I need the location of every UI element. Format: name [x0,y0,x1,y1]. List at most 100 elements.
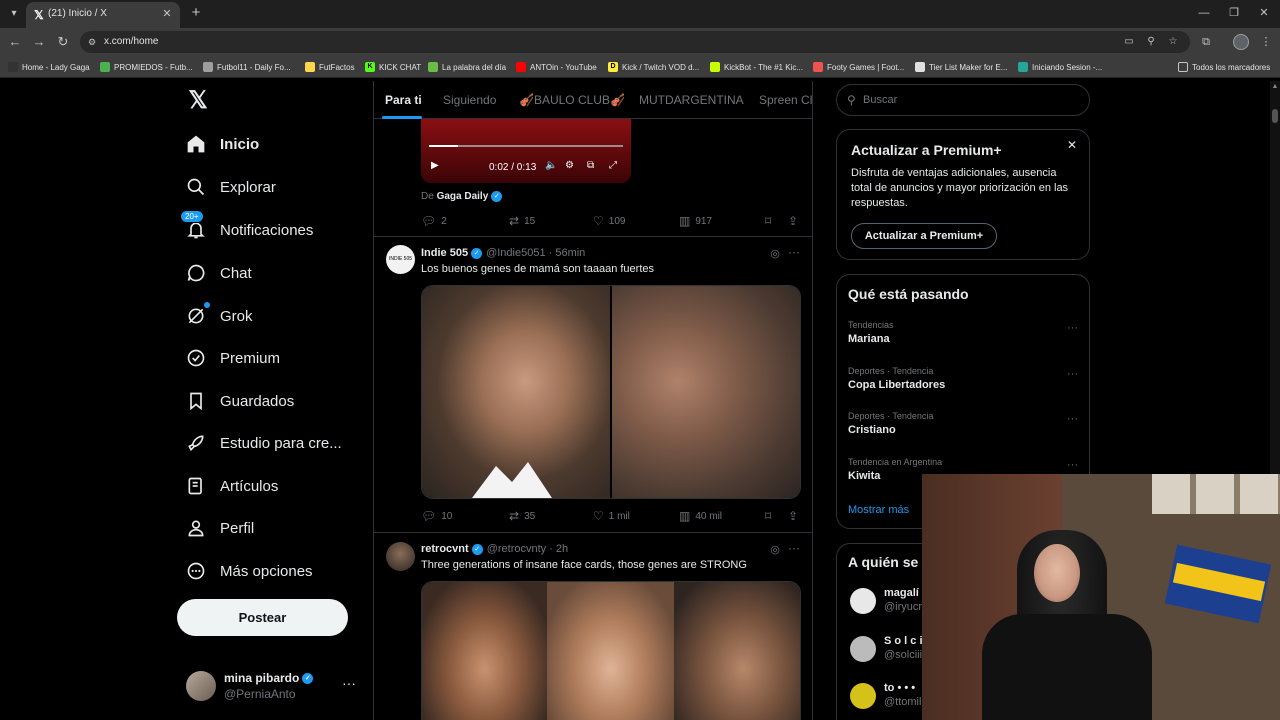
pip-icon[interactable]: ⧉ [587,160,594,171]
mute-icon[interactable]: 🔈 [545,160,557,171]
search-input[interactable]: ⚲ Buscar [836,84,1090,116]
account-switcher[interactable]: mina pibardo ✓ @PerniaAnto ··· [184,665,364,705]
nav-item-guardados[interactable]: Guardados [184,384,294,418]
more-icon[interactable]: ··· [1067,368,1078,380]
bookmark-item[interactable]: KickBot - The #1 Kic... [710,60,803,74]
star-icon[interactable]: ☆ [1166,35,1180,49]
address-bar[interactable]: ⚙ x.com/home ▭ ⚲ ☆ [80,31,1190,53]
close-tab-icon[interactable]: ✕ [160,7,174,21]
nav-item-premium[interactable]: Premium [184,341,280,375]
trend-item[interactable]: Deportes · Tendencia Cristiano ··· [848,411,1084,447]
zoom-icon[interactable]: ⚲ [1144,35,1158,49]
more-icon[interactable]: ··· [1067,322,1078,334]
views-button[interactable]: ▥ 917 [679,214,712,228]
premium-title: Actualizar a Premium+ [851,142,1002,158]
like-button[interactable]: ♡ 109 [593,214,625,228]
more-icon[interactable]: ··· [1067,413,1078,425]
show-more-link[interactable]: Mostrar más [848,504,909,516]
tab-siguiendo[interactable]: Siguiendo [443,93,496,107]
upgrade-premium-button[interactable]: Actualizar a Premium+ [851,223,997,249]
nav-item-chat[interactable]: Chat [184,256,252,290]
bookmark-item[interactable]: Futbol11 - Daily Fo... [203,60,291,74]
reply-button[interactable]: 💬︎ 2 [421,214,447,228]
post-button[interactable]: Postear [177,599,348,636]
bookmark-button[interactable]: ⌑ [765,509,776,523]
cast-icon[interactable]: ▭ [1122,35,1136,49]
nav-item-notificaciones[interactable]: 20+ Notificaciones [180,210,313,247]
restore-window-button[interactable]: ❐ [1222,4,1246,22]
tab-search-icon[interactable]: ▾ [6,6,22,22]
bookmark-item[interactable]: FutFactos [305,60,355,74]
extensions-icon[interactable]: ⧉ [1198,34,1214,50]
all-bookmarks-folder[interactable]: Todos los marcadores [1178,60,1270,74]
reload-button[interactable]: ↻ [54,33,72,51]
bookmark-item[interactable]: La palabra del día [428,60,506,74]
like-button[interactable]: ♡ 1 mil [593,509,630,523]
tweet-header[interactable]: retrocvnt ✓ @retrocvnty · 2h [421,543,568,555]
video-progress-bar[interactable] [429,145,623,147]
photo[interactable] [422,582,548,720]
more-icon[interactable]: ··· [1067,459,1078,471]
bookmark-item[interactable]: Tier List Maker for E... [915,60,1007,74]
grok-explain-icon[interactable]: ◎ [768,247,782,261]
more-icon[interactable]: ··· [788,245,800,259]
close-icon[interactable]: ✕ [1065,138,1079,152]
back-button[interactable]: ← [6,33,24,51]
x-logo-icon[interactable]: 𝕏 [185,88,211,114]
more-icon[interactable]: ··· [788,541,800,555]
bookmark-item[interactable]: D Kick / Twitch VOD d... [608,60,699,74]
scroll-up-icon[interactable]: ▲ [1270,83,1280,90]
settings-icon[interactable]: ⚙ [565,160,574,171]
share-button[interactable]: ⇪ [788,509,803,523]
tab-para-ti[interactable]: Para ti [385,93,422,107]
repost-button[interactable]: ⇄ 35 [509,509,535,523]
quote-source[interactable]: De Gaga Daily ✓ [421,191,503,202]
play-icon[interactable]: ▶ [431,160,439,171]
bookmark-item[interactable]: ANTOin - YouTube [516,60,597,74]
tab-spreen[interactable]: Spreen Cl [759,93,812,107]
bookmark-item[interactable]: K KICK CHAT [365,60,421,74]
more-icon[interactable]: ··· [342,675,356,691]
photo[interactable] [673,582,800,720]
nav-item-estudio[interactable]: Estudio para cre... [184,426,342,460]
fullscreen-icon[interactable]: ⤢ [609,160,617,171]
tweet-header[interactable]: Indie 505 ✓ @Indie5051 · 56min [421,247,585,259]
nav-item-mas-opciones[interactable]: Más opciones [184,554,313,588]
photo[interactable] [611,286,800,498]
nav-item-grok[interactable]: Grok [184,299,253,333]
avatar[interactable]: INDIE 505 [386,245,415,274]
bookmark-item[interactable]: PROMIEDOS - Futb... [100,60,193,74]
forward-button[interactable]: → [30,33,48,51]
bookmark-button[interactable]: ⌑ [765,214,776,228]
nav-item-explorar[interactable]: Explorar [184,170,276,204]
tab-mutdargentina[interactable]: MUTDARGENTINA [639,93,744,107]
repost-button[interactable]: ⇄ 15 [509,214,535,228]
reply-button[interactable]: 💬︎ 10 [421,509,452,523]
nav-item-perfil[interactable]: Perfil [184,511,254,545]
trend-item[interactable]: Deportes · Tendencia Copa Libertadores ·… [848,366,1084,402]
share-button[interactable]: ⇪ [788,214,803,228]
nav-item-inicio[interactable]: Inicio [184,127,259,161]
browser-tab[interactable]: 𝕏 (21) Inicio / X ✕ [26,2,180,28]
close-window-button[interactable]: ✕ [1252,4,1276,22]
grok-explain-icon[interactable]: ◎ [768,543,782,557]
scroll-thumb[interactable] [1272,109,1278,123]
tweet-media[interactable] [421,581,801,720]
minimize-window-button[interactable]: — [1192,4,1216,22]
browser-menu-icon[interactable]: ⋮ [1258,34,1274,50]
avatar[interactable] [386,542,415,571]
nav-item-articulos[interactable]: Artículos [184,469,278,503]
photo[interactable] [422,286,610,498]
tweet-media[interactable] [421,285,801,499]
site-info-icon[interactable]: ⚙ [88,35,100,49]
profile-avatar[interactable] [1233,34,1249,50]
new-tab-button[interactable]: + [188,5,204,21]
bookmark-item[interactable]: Footy Games | Foot... [813,60,904,74]
video-player[interactable]: ▶ 0:02 / 0:13 🔈 ⚙ ⧉ ⤢ [421,119,631,183]
photo[interactable] [547,582,674,720]
bookmark-item[interactable]: Iniciando Sesion -... [1018,60,1102,74]
views-button[interactable]: ▥ 40 mil [679,509,722,523]
bookmark-item[interactable]: Home - Lady Gaga [8,60,90,74]
trend-item[interactable]: Tendencias Mariana ··· [848,320,1084,356]
tab-baulo-club[interactable]: 🎻BAULO CLUB🎻 [519,93,625,107]
